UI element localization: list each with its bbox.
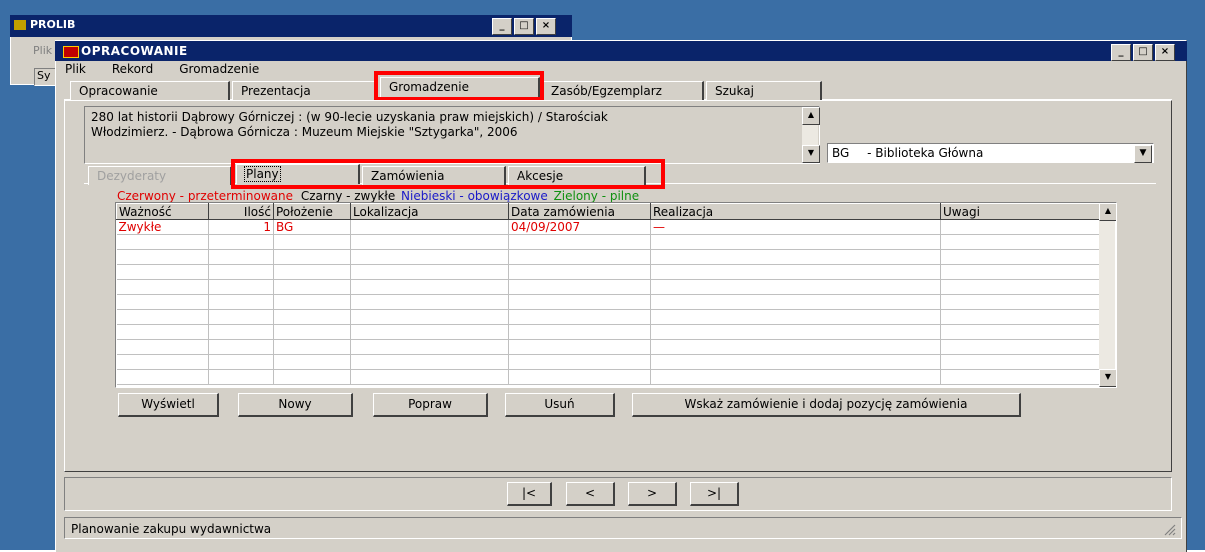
tab-szukaj[interactable]: Szukaj — [706, 81, 822, 100]
prolib-menu-plik[interactable]: Plik — [33, 44, 52, 57]
maximize-button[interactable]: □ — [1133, 44, 1153, 61]
menu-plik[interactable]: Plik — [62, 61, 89, 79]
cell-lokalizacja — [350, 219, 509, 235]
table-row-empty[interactable] — [116, 249, 1100, 265]
tab-zasob-egzemplarz[interactable]: Zasób/Egzemplarz — [542, 81, 704, 100]
menu-rekord[interactable]: Rekord — [109, 61, 156, 79]
minimize-button[interactable]: _ — [1111, 44, 1131, 61]
chevron-down-icon[interactable]: ▼ — [1134, 145, 1152, 163]
library-select[interactable]: BG - Biblioteka Główna ▼ — [827, 143, 1154, 163]
cell-ilosc: 1 — [208, 219, 274, 235]
table-row-empty[interactable] — [116, 354, 1100, 370]
tab-prezentacja[interactable]: Prezentacja — [232, 81, 378, 100]
table-row-empty[interactable] — [116, 264, 1100, 280]
menu-gromadzenie[interactable]: Gromadzenie — [176, 61, 262, 79]
table-scroll-down-icon[interactable]: ▼ — [1099, 369, 1116, 387]
prolib-close-button[interactable]: × — [536, 18, 556, 35]
app-icon — [63, 46, 79, 58]
status-text: Planowanie zakupu wydawnictwa — [71, 522, 272, 536]
col-ilosc[interactable]: Ilość — [208, 203, 274, 220]
prev-record-button[interactable]: < — [566, 482, 615, 506]
description-line1: 280 lat historii Dąbrowy Górniczej : (w … — [91, 110, 608, 124]
description-box: 280 lat historii Dąbrowy Górniczej : (w … — [84, 106, 820, 164]
table-row-empty[interactable] — [116, 279, 1100, 295]
col-lokalizacja[interactable]: Lokalizacja — [350, 203, 509, 220]
legend-black: Czarny - zwykłe — [300, 189, 396, 203]
prolib-field: Sy — [34, 68, 56, 86]
highlight-gromadzenie — [374, 71, 544, 101]
description-line2: Włodzimierz. - Dąbrowa Górnicza : Muzeum… — [91, 125, 518, 139]
prolib-title: PROLIB — [30, 18, 76, 31]
highlight-subtabs — [231, 159, 665, 189]
table-row-empty[interactable] — [116, 324, 1100, 340]
legend-blue: Niebieski - obowiązkowe — [401, 189, 548, 203]
plans-table: Ważność Ilość Położenie Lokalizacja Data… — [116, 203, 1100, 385]
tab-opracowanie[interactable]: Opracowanie — [70, 81, 230, 100]
col-waznosc[interactable]: Ważność — [116, 203, 209, 220]
cell-waznosc: Zwykłe — [116, 219, 209, 235]
prolib-minimize-button[interactable]: _ — [492, 18, 512, 35]
prolib-title-bar: PROLIB _ □ × — [10, 15, 572, 37]
cell-realizacja: — — [650, 219, 941, 235]
window-title: OPRACOWANIE — [81, 44, 188, 58]
table-row-empty[interactable] — [116, 234, 1100, 250]
usun-button[interactable]: Usuń — [505, 393, 615, 417]
cell-data-zamowienia: 04/09/2007 — [508, 219, 651, 235]
table-row-empty[interactable] — [116, 309, 1100, 325]
table-scroll-up-icon[interactable]: ▲ — [1099, 203, 1116, 221]
resize-grip-icon[interactable] — [1162, 522, 1176, 536]
description-scrollbar[interactable]: ▲ ▼ — [802, 107, 820, 163]
table-row-empty[interactable] — [116, 339, 1100, 355]
library-code: BG — [832, 146, 850, 160]
library-name: - Biblioteka Główna — [867, 146, 984, 160]
col-uwagi[interactable]: Uwagi — [940, 203, 1100, 220]
scroll-up-icon[interactable]: ▲ — [802, 107, 820, 125]
title-bar: OPRACOWANIE _ □ × — [55, 41, 1187, 61]
cell-polozenie: BG — [273, 219, 351, 235]
status-bar: Planowanie zakupu wydawnictwa — [64, 517, 1182, 539]
plans-table-container: Ważność Ilość Położenie Lokalizacja Data… — [115, 202, 1117, 388]
navigation-bar — [64, 477, 1172, 511]
wskaz-zamowienie-button[interactable]: Wskaż zamówienie i dodaj pozycję zamówie… — [632, 393, 1021, 417]
table-row-empty[interactable] — [116, 369, 1100, 385]
first-record-button[interactable]: |< — [507, 482, 552, 506]
menu-bar: Plik Rekord Gromadzenie — [62, 61, 262, 79]
table-row-empty[interactable] — [116, 294, 1100, 310]
popraw-button[interactable]: Popraw — [373, 393, 488, 417]
nowy-button[interactable]: Nowy — [238, 393, 353, 417]
table-header: Ważność Ilość Położenie Lokalizacja Data… — [116, 203, 1100, 220]
close-button[interactable]: × — [1155, 44, 1175, 61]
next-record-button[interactable]: > — [628, 482, 677, 506]
wyswietl-button[interactable]: Wyświetl — [118, 393, 219, 417]
table-scrollbar[interactable]: ▲ ▼ — [1099, 203, 1116, 387]
col-data-zamowienia[interactable]: Data zamówienia — [508, 203, 651, 220]
table-row[interactable]: Zwykłe 1 BG 04/09/2007 — — [116, 219, 1100, 235]
cell-uwagi — [940, 219, 1100, 235]
legend-red: Czerwony - przeterminowane — [117, 189, 293, 203]
scroll-down-icon[interactable]: ▼ — [802, 145, 820, 163]
color-legend: Czerwony - przeterminowane Czarny - zwyk… — [117, 189, 639, 203]
legend-green: Zielony - pilne — [553, 189, 640, 203]
tab-dezyderaty[interactable]: Dezyderaty — [88, 166, 232, 185]
col-realizacja[interactable]: Realizacja — [650, 203, 941, 220]
prolib-maximize-button[interactable]: □ — [514, 18, 534, 35]
col-polozenie[interactable]: Położenie — [273, 203, 351, 220]
last-record-button[interactable]: >| — [690, 482, 739, 506]
prolib-app-icon — [14, 20, 26, 30]
